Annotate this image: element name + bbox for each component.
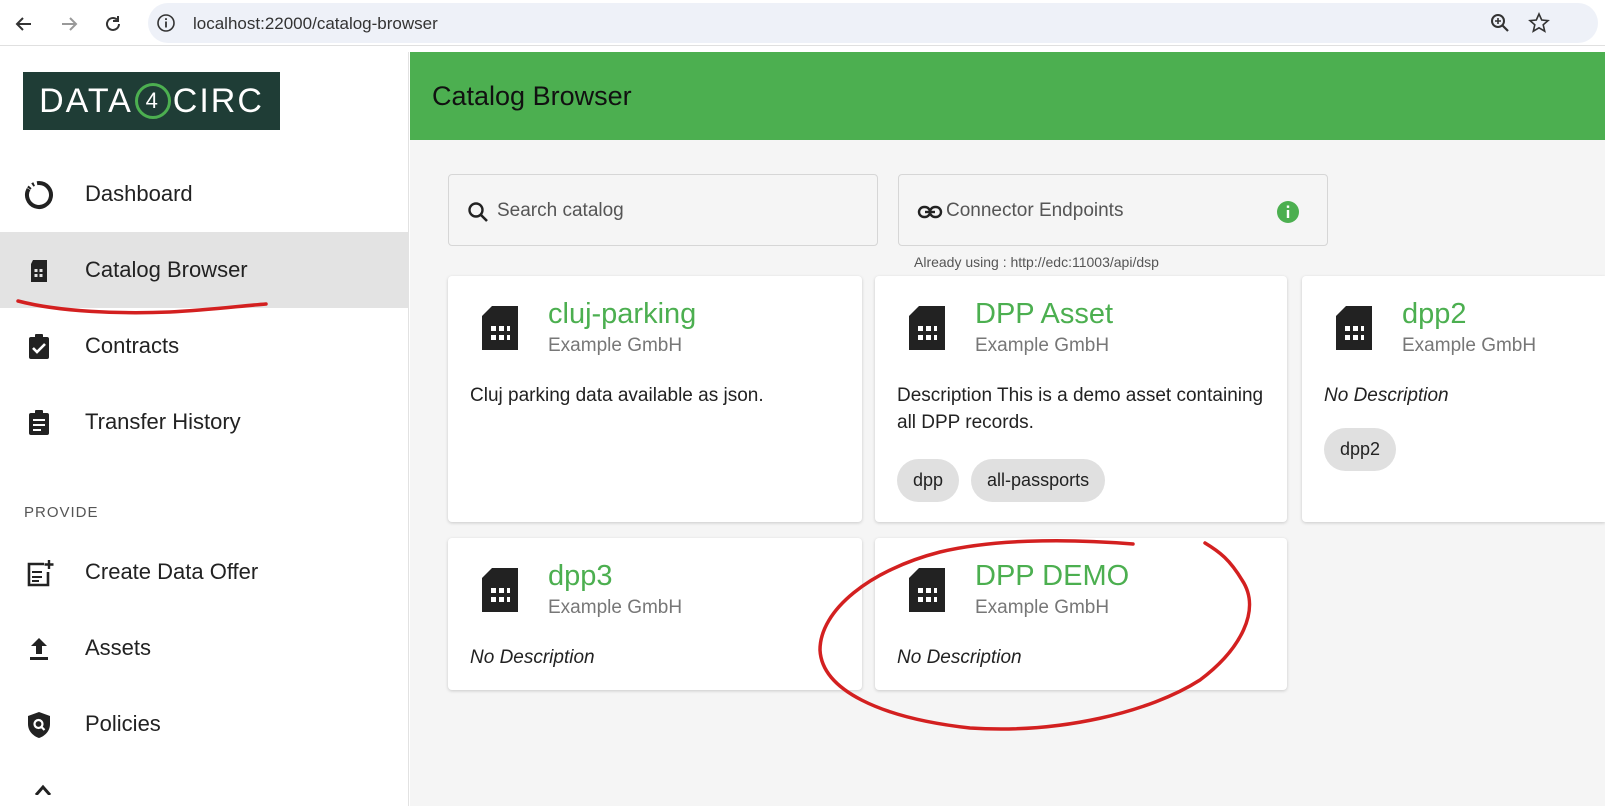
asset-icon xyxy=(907,566,947,619)
card-title: dpp3 xyxy=(548,560,613,592)
reload-icon[interactable] xyxy=(100,11,126,37)
card-description: Cluj parking data available as json. xyxy=(470,385,764,406)
sidebar-item-transfer-history[interactable]: Transfer History xyxy=(0,384,409,460)
contracts-icon xyxy=(24,332,54,362)
page-header: Catalog Browser xyxy=(410,52,1605,140)
asset-icon xyxy=(907,304,947,357)
asset-icon xyxy=(1334,304,1374,357)
card-title: dpp2 xyxy=(1402,298,1467,330)
search-icon xyxy=(467,201,489,228)
card-provider: Example GmbH xyxy=(548,597,683,618)
site-info-icon[interactable] xyxy=(156,13,176,38)
create-offer-icon xyxy=(24,558,54,588)
zoom-icon[interactable] xyxy=(1490,13,1510,38)
partial-nav-icon xyxy=(28,782,58,800)
catalog-card[interactable]: dpp2 Example GmbH No Description dpp2 xyxy=(1302,276,1605,522)
card-title: DPP DEMO xyxy=(975,560,1130,592)
link-icon xyxy=(917,201,943,228)
sidebar-item-label: Assets xyxy=(85,635,152,660)
connector-placeholder: Connector Endpoints xyxy=(946,200,1124,221)
logo-text-right: CIRC xyxy=(172,81,264,120)
card-provider: Example GmbH xyxy=(548,335,683,356)
card-description: No Description xyxy=(1324,385,1449,406)
card-description: No Description xyxy=(897,647,1022,668)
bookmark-star-icon[interactable] xyxy=(1528,12,1550,39)
tag-chip[interactable]: dpp2 xyxy=(1324,428,1397,471)
tag-chip[interactable]: dpp xyxy=(897,459,960,502)
browser-toolbar: localhost:22000/catalog-browser xyxy=(0,0,1605,46)
section-title-provide: PROVIDE xyxy=(24,504,99,521)
policy-shield-icon xyxy=(24,710,54,740)
card-provider: Example GmbH xyxy=(975,597,1110,618)
card-description: No Description xyxy=(470,647,595,668)
connector-endpoints-input[interactable]: Connector Endpoints xyxy=(898,174,1328,246)
sidebar-item-label: Policies xyxy=(85,711,161,736)
sidebar-item-label: Catalog Browser xyxy=(85,257,248,282)
logo-text-mid: 4 xyxy=(134,83,171,119)
card-description: Description This is a demo asset contain… xyxy=(897,385,1264,433)
logo-text-left: DATA xyxy=(39,81,133,120)
catalog-icon xyxy=(24,256,54,286)
upload-icon xyxy=(24,634,54,664)
tag-list: dpp all-passports xyxy=(897,459,1106,502)
sidebar-item-dashboard[interactable]: Dashboard xyxy=(0,156,409,232)
tag-list: dpp2 xyxy=(1324,428,1397,471)
card-title: cluj-parking xyxy=(548,298,697,330)
asset-icon xyxy=(480,566,520,619)
sidebar-item-label: Contracts xyxy=(85,333,180,358)
url-text[interactable]: localhost:22000/catalog-browser xyxy=(193,14,438,34)
connector-hint: Already using : http://edc:11003/api/dsp xyxy=(914,254,1159,270)
search-placeholder: Search catalog xyxy=(497,200,624,221)
catalog-card[interactable]: cluj-parking Example GmbH Cluj parking d… xyxy=(448,276,862,522)
search-input[interactable]: Search catalog xyxy=(448,174,878,246)
page-title: Catalog Browser xyxy=(432,81,632,111)
info-icon[interactable] xyxy=(1276,200,1300,229)
sidebar-item-contracts[interactable]: Contracts xyxy=(0,308,409,384)
card-provider: Example GmbH xyxy=(975,335,1110,356)
sidebar: DATA 4 CIRC Dashboard Catalog Browser Co… xyxy=(0,52,409,806)
sidebar-item-label: Create Data Offer xyxy=(85,559,259,584)
card-title: DPP Asset xyxy=(975,298,1114,330)
sidebar-item-catalog-browser[interactable]: Catalog Browser xyxy=(0,232,409,308)
sidebar-item-label: Transfer History xyxy=(85,409,241,434)
transfer-history-icon xyxy=(24,408,54,438)
sidebar-item-label: Dashboard xyxy=(85,181,193,206)
sidebar-item-assets[interactable]: Assets xyxy=(0,610,409,686)
data4circ-logo[interactable]: DATA 4 CIRC xyxy=(23,72,280,130)
sidebar-item-create-data-offer[interactable]: Create Data Offer xyxy=(0,534,409,610)
asset-icon xyxy=(480,304,520,357)
sidebar-item-policies[interactable]: Policies xyxy=(0,686,409,762)
address-bar[interactable]: localhost:22000/catalog-browser xyxy=(148,3,1598,43)
tag-chip[interactable]: all-passports xyxy=(971,459,1106,502)
catalog-card[interactable]: DPP DEMO Example GmbH No Description xyxy=(875,538,1287,690)
catalog-card[interactable]: dpp3 Example GmbH No Description xyxy=(448,538,862,690)
card-provider: Example GmbH xyxy=(1402,335,1537,356)
catalog-card[interactable]: DPP Asset Example GmbH Description This … xyxy=(875,276,1287,522)
back-arrow-icon[interactable] xyxy=(11,11,37,37)
forward-arrow-icon[interactable] xyxy=(56,11,82,37)
dashboard-icon xyxy=(24,180,54,210)
